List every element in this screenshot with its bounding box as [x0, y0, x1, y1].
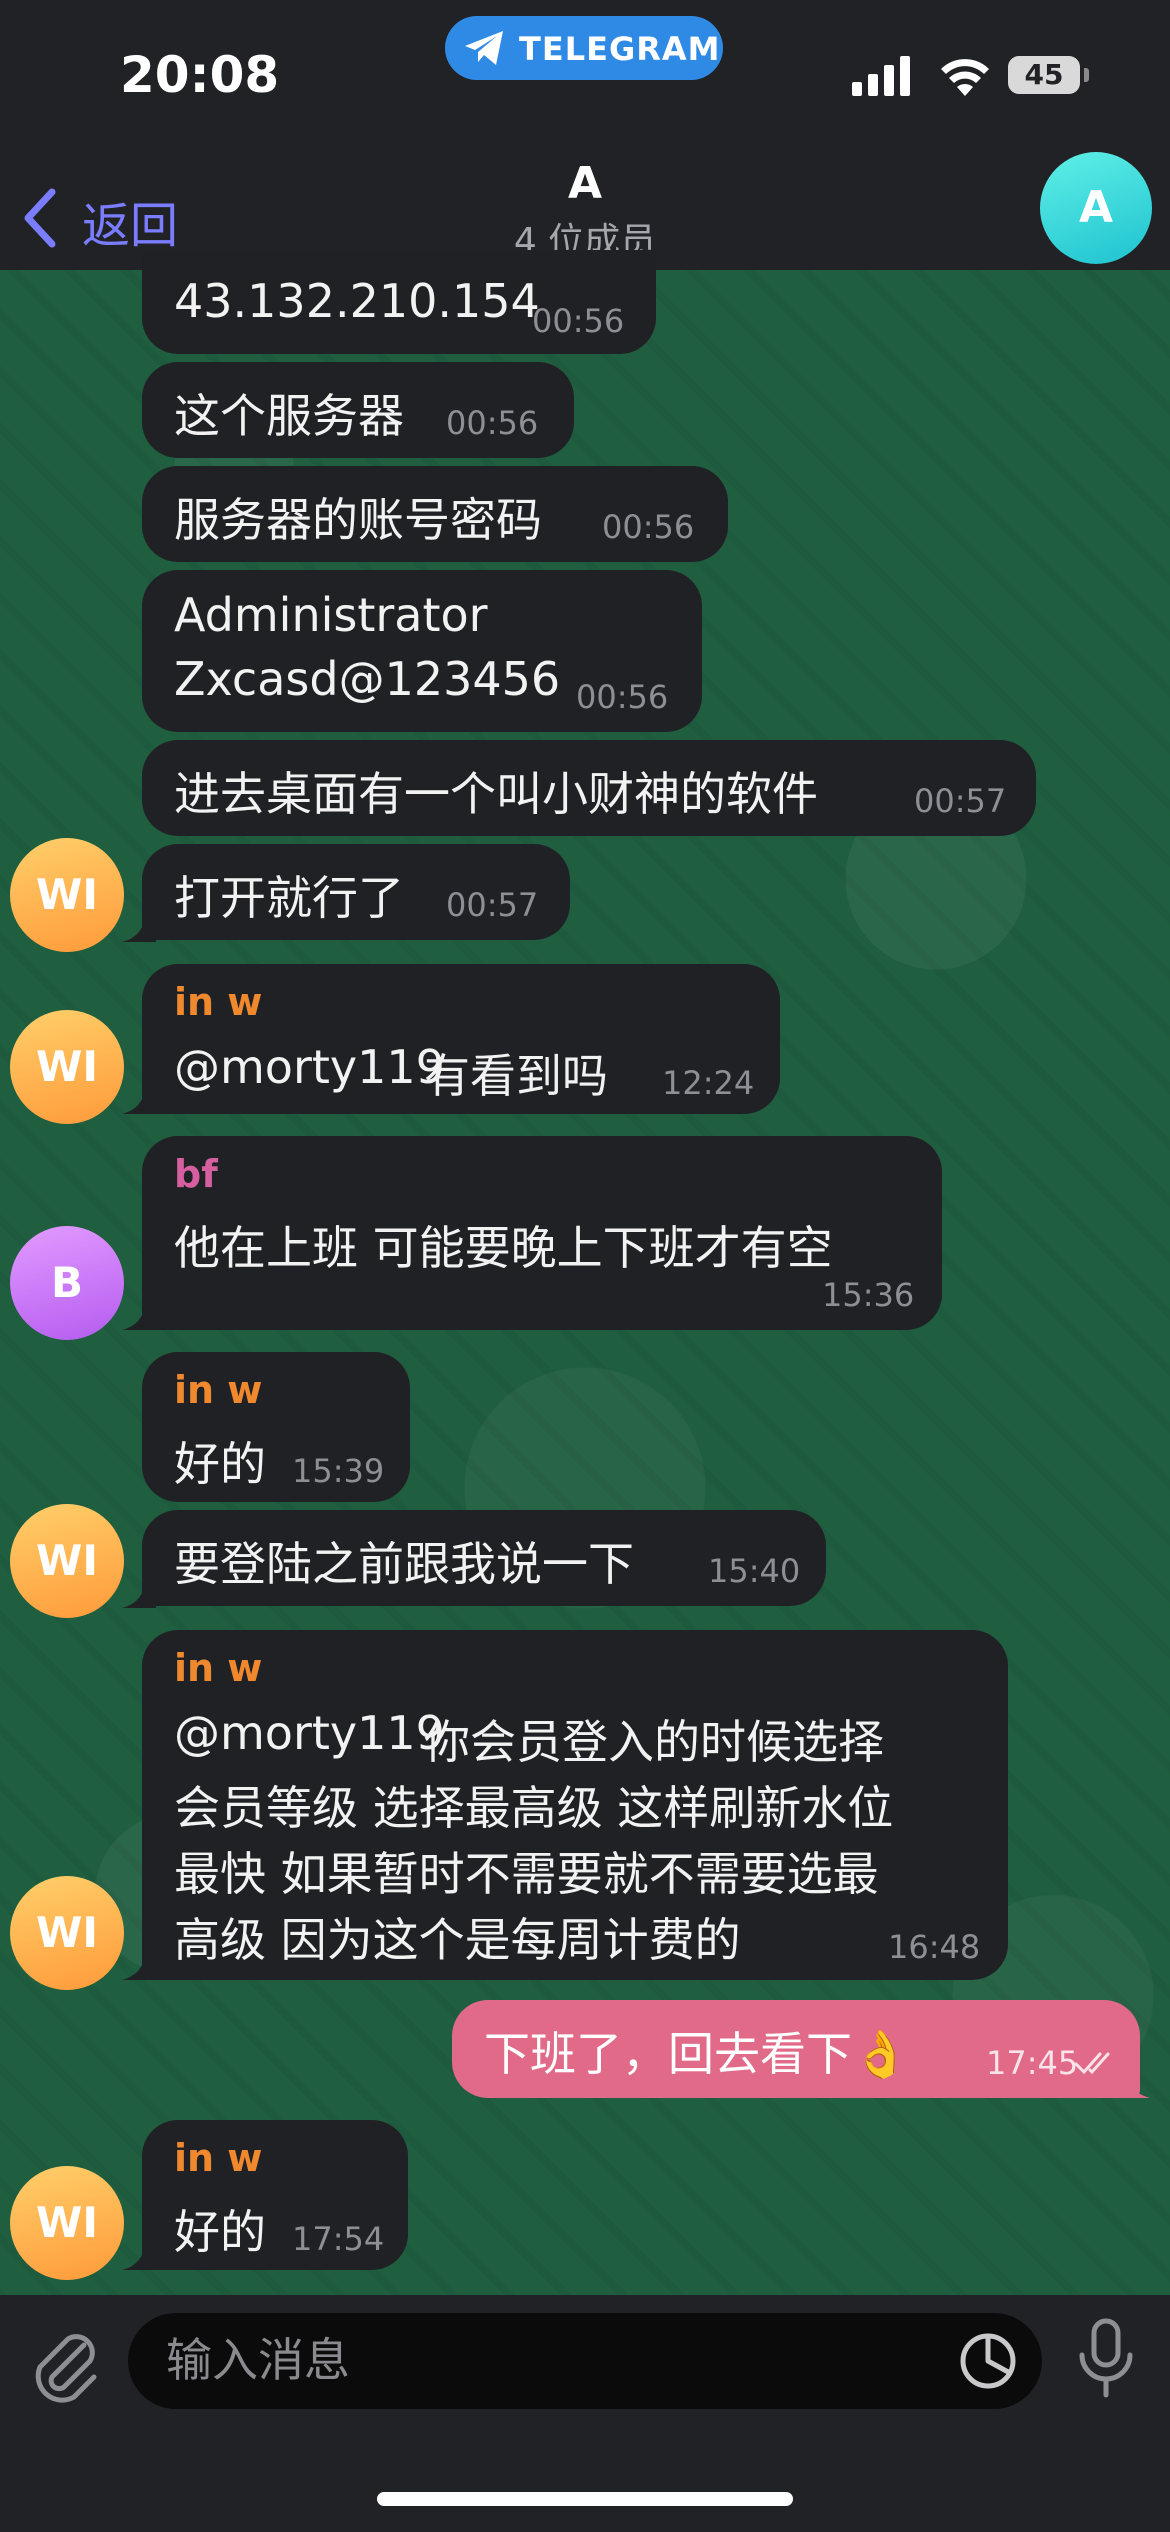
- message-text: 要登陆之前跟我说一下: [174, 1537, 634, 1591]
- message-bubble[interactable]: in w @morty119 你会员登入的时候选择 会员等级 选择最高级 这样刷…: [142, 1630, 1008, 1980]
- message-text: 服务器的账号密码: [174, 493, 542, 547]
- message-time: 00:56: [602, 508, 695, 546]
- message-bubble[interactable]: 43.132.210.154 00:56: [142, 250, 656, 354]
- message-time: 15:40: [708, 1552, 801, 1590]
- telegram-chat-screen: 20:08 TELEGRAM 45 返回 A 4 位成员 A 43.132.21…: [0, 0, 1170, 2532]
- wifi-icon: [941, 59, 989, 96]
- battery-icon: 45: [1008, 56, 1080, 94]
- sender-avatar[interactable]: WI: [10, 2166, 124, 2280]
- sticker-icon[interactable]: [958, 2331, 1018, 2391]
- status-time: 20:08: [120, 46, 280, 104]
- home-indicator[interactable]: [377, 2492, 793, 2506]
- message-bubble[interactable]: 服务器的账号密码 00:56: [142, 466, 728, 562]
- message-bubble[interactable]: 这个服务器 00:56: [142, 362, 574, 458]
- message-time: 17:54: [292, 2220, 385, 2258]
- message-text: 下班了，回去看下👌: [484, 2027, 910, 2081]
- telegram-plane-icon: [465, 31, 503, 65]
- microphone-icon[interactable]: [1076, 2317, 1136, 2401]
- message-text: 好的: [174, 1437, 266, 1491]
- message-text: 有看到吗: [424, 1049, 608, 1103]
- message-time: 15:36: [822, 1276, 915, 1314]
- status-bar: 20:08 TELEGRAM 45: [0, 0, 1170, 150]
- message-text-line: Administrator: [174, 588, 488, 642]
- message-text-line: Zxcasd@123456: [174, 652, 561, 706]
- message-text: 他在上班 可能要晚上下班才有空: [174, 1221, 833, 1275]
- mention-link[interactable]: @morty119: [174, 1040, 445, 1094]
- outgoing-message-bubble[interactable]: 下班了，回去看下👌 17:45: [452, 2000, 1140, 2098]
- message-time: 16:48: [888, 1928, 981, 1966]
- telegram-app-pill[interactable]: TELEGRAM: [445, 16, 723, 80]
- message-time: 12:24: [662, 1064, 755, 1102]
- chevron-left-icon: [24, 188, 56, 248]
- back-label: 返回: [82, 198, 179, 254]
- battery-level: 45: [1024, 58, 1064, 91]
- message-time: 00:56: [446, 404, 539, 442]
- message-bubble[interactable]: 打开就行了 00:57: [142, 844, 570, 940]
- message-text-line: 你会员登入的时候选择: [424, 1715, 884, 1769]
- sender-name[interactable]: in w: [174, 1646, 262, 1690]
- message-time: 00:57: [446, 886, 539, 924]
- message-bubble[interactable]: in w @morty119 有看到吗 12:24: [142, 964, 780, 1114]
- composer-bar: [0, 2295, 1170, 2532]
- message-text: 打开就行了: [174, 871, 404, 925]
- group-avatar[interactable]: A: [1040, 152, 1152, 264]
- sender-avatar[interactable]: WI: [10, 1504, 124, 1618]
- sender-name[interactable]: in w: [174, 2136, 262, 2180]
- sender-name[interactable]: bf: [174, 1152, 218, 1196]
- message-text: 好的: [174, 2205, 266, 2259]
- message-time: 00:56: [576, 678, 669, 716]
- chat-title[interactable]: A: [385, 158, 785, 209]
- message-bubble[interactable]: 要登陆之前跟我说一下 15:40: [142, 1510, 826, 1606]
- cellular-signal-icon: [852, 56, 910, 96]
- message-time: 00:56: [532, 302, 625, 340]
- telegram-pill-label: TELEGRAM: [519, 30, 721, 68]
- message-text: 这个服务器: [174, 389, 404, 443]
- message-text-line: 高级 因为这个是每周计费的: [174, 1913, 741, 1967]
- sender-avatar[interactable]: WI: [10, 1010, 124, 1124]
- message-text-line: 会员等级 选择最高级 这样刷新水位: [174, 1781, 894, 1835]
- message-input[interactable]: [164, 2327, 948, 2393]
- sender-name[interactable]: in w: [174, 1368, 262, 1412]
- message-time: 00:57: [914, 782, 1007, 820]
- sender-avatar[interactable]: WI: [10, 1876, 124, 1990]
- message-bubble[interactable]: in w 好的 15:39: [142, 1352, 410, 1502]
- message-text[interactable]: 43.132.210.154: [174, 274, 540, 328]
- message-time: 15:39: [292, 1452, 385, 1490]
- attachment-icon[interactable]: [28, 2325, 104, 2405]
- sender-name[interactable]: in w: [174, 980, 262, 1024]
- message-time: 17:45: [986, 2044, 1079, 2082]
- message-text-line: 最快 如果暂时不需要就不需要选最: [174, 1847, 879, 1901]
- message-input-field[interactable]: [128, 2313, 1042, 2409]
- sender-avatar[interactable]: B: [10, 1226, 124, 1340]
- battery-tip: [1084, 68, 1089, 82]
- message-bubble[interactable]: 进去桌面有一个叫小财神的软件 00:57: [142, 740, 1036, 836]
- double-check-icon: [1074, 2052, 1110, 2075]
- message-bubble[interactable]: Administrator Zxcasd@123456 00:56: [142, 570, 702, 732]
- message-text: 进去桌面有一个叫小财神的软件: [174, 767, 818, 821]
- message-bubble[interactable]: bf 他在上班 可能要晚上下班才有空 15:36: [142, 1136, 942, 1330]
- message-bubble[interactable]: in w 好的 17:54: [142, 2120, 408, 2270]
- sender-avatar[interactable]: WI: [10, 838, 124, 952]
- mention-link[interactable]: @morty119: [174, 1706, 445, 1760]
